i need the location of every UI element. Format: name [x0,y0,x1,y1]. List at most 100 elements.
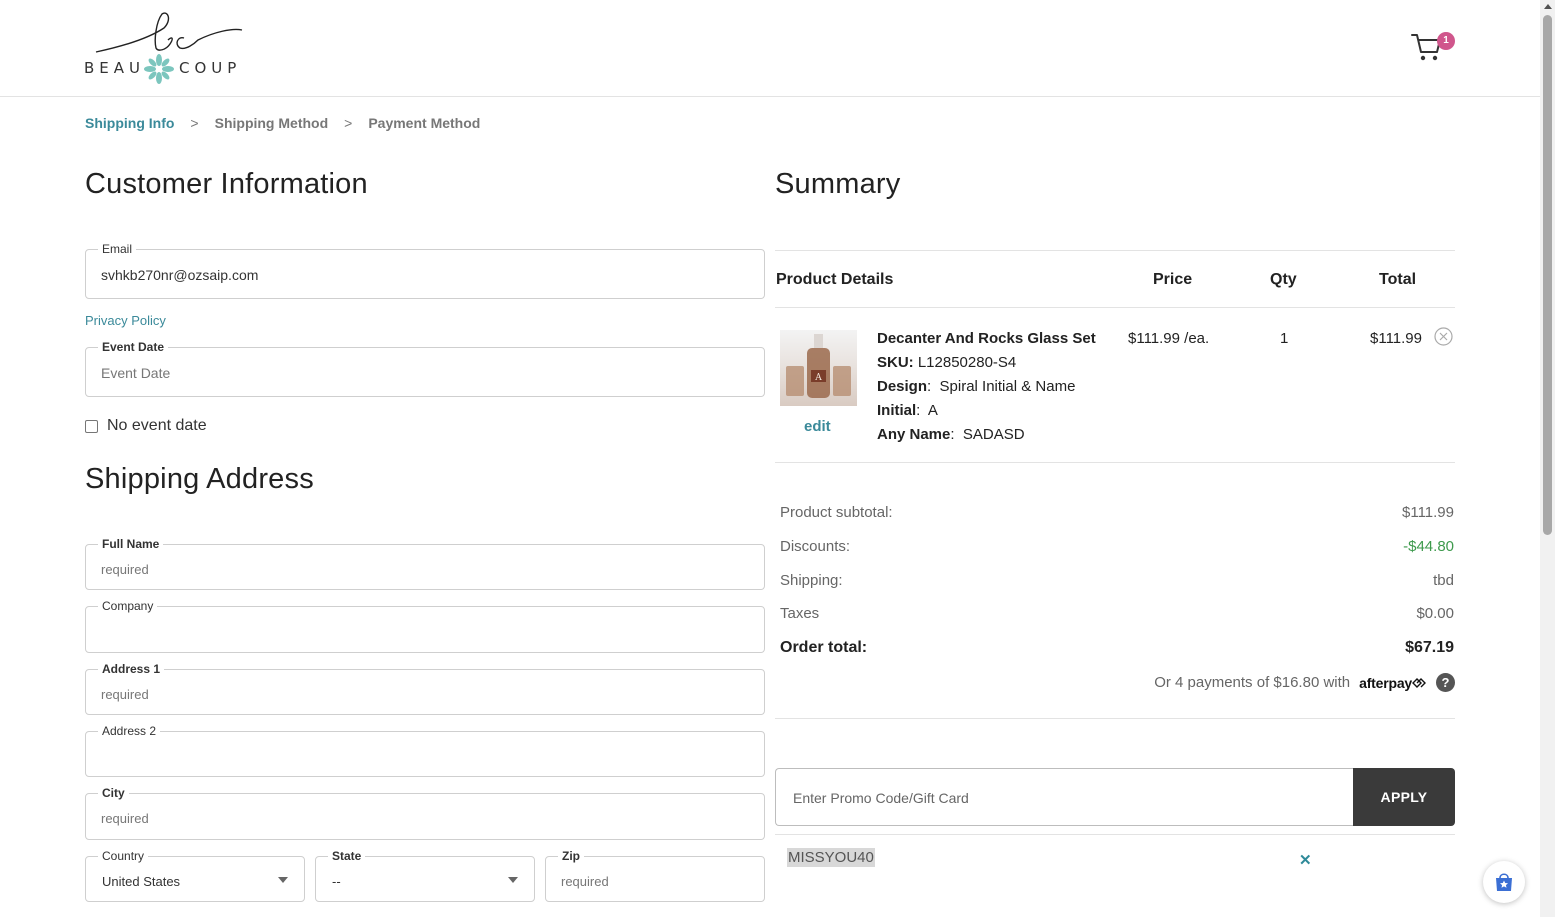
subtotal-label: Product subtotal: [780,504,893,521]
country-label: Country [98,848,149,864]
sku-label: SKU: [877,354,914,371]
product-any-name-row: Any Name: SADASD [877,426,1025,443]
help-icon[interactable]: ? [1436,673,1455,692]
cart-button[interactable]: 1 [1410,30,1458,66]
event-date-placeholder: Event Date [101,365,171,381]
afterpay-text: Or 4 payments of $16.80 with [1154,674,1351,691]
address2-label: Address 2 [98,723,161,739]
edit-item-link[interactable]: edit [804,418,831,435]
item-total: $111.99 [1370,330,1422,347]
chevron-down-icon [508,877,518,883]
taxes-label: Taxes [780,605,820,622]
cart-count-badge: 1 [1437,32,1455,50]
column-product-details: Product Details [776,271,894,288]
shipping-value: tbd [1433,572,1454,589]
promo-code-placeholder: Enter Promo Code/Gift Card [793,790,969,806]
svg-text:A: A [814,373,822,383]
taxes-value: $0.00 [1416,605,1454,622]
column-price: Price [1153,271,1193,288]
initial-value: A [927,402,938,419]
company-field[interactable]: Company [85,598,765,653]
zip-placeholder: required [561,874,609,889]
country-value: United States [102,874,181,889]
full-name-label: Full Name [98,536,164,552]
breadcrumb-shipping-method[interactable]: Shipping Method [215,115,329,131]
divider [775,718,1455,719]
chat-bag-icon [1496,873,1512,891]
beaucoup-logo[interactable]: BEAU COUP [84,8,246,90]
chat-widget-button[interactable] [1483,861,1525,903]
product-design-row: Design: Spiral Initial & Name [877,378,1076,395]
zip-field[interactable]: Zip required [545,848,765,902]
item-qty: 1 [1280,330,1289,347]
city-placeholder: required [101,811,149,826]
scrollbar-thumb[interactable] [1543,15,1552,535]
no-event-date-row[interactable]: No event date [85,417,207,435]
country-select[interactable]: Country United States [85,848,305,902]
city-label: City [98,785,129,801]
order-total-label: Order total: [780,639,868,656]
address2-field[interactable]: Address 2 [85,723,765,777]
design-value: Spiral Initial & Name [939,378,1076,395]
divider [775,834,1455,835]
full-name-field[interactable]: Full Name required [85,536,765,590]
no-event-date-checkbox[interactable] [85,419,98,433]
product-thumbnail[interactable]: A [780,330,857,406]
page-scrollbar[interactable] [1540,0,1555,917]
item-price: $111.99 /ea. [1128,330,1210,347]
email-value: svhkb270nr@ozsaip.com [101,267,259,283]
logo-text-coup: COUP [179,59,242,77]
state-label: State [328,848,366,864]
any-name-label: Any Name [877,426,951,443]
company-label: Company [98,598,158,614]
full-name-placeholder: required [101,562,149,577]
any-name-value: SADASD [962,426,1025,443]
sku-value: L12850280-S4 [917,354,1017,371]
address1-label: Address 1 [98,661,165,677]
divider [775,462,1455,463]
site-header: BEAU COUP 1 [0,0,1540,97]
applied-promo-code: MISSYOU40 [787,848,875,867]
subtotal-value: $111.99 [1402,504,1454,521]
breadcrumb-separator: > [190,115,199,131]
promo-code-input[interactable]: Enter Promo Code/Gift Card [775,768,1355,826]
no-event-date-label: No event date [107,417,207,434]
discounts-label: Discounts: [780,538,851,555]
column-qty: Qty [1270,271,1297,288]
column-total: Total [1379,271,1417,288]
breadcrumb-shipping-info[interactable]: Shipping Info [85,115,174,131]
remove-promo-icon[interactable]: ✕ [1299,851,1312,869]
shipping-address-heading: Shipping Address [85,463,314,495]
address1-field[interactable]: Address 1 required [85,661,765,715]
apply-promo-button[interactable]: APPLY [1353,768,1455,826]
event-date-field[interactable]: Event Date Event Date [85,339,765,397]
privacy-policy-link[interactable]: Privacy Policy [85,313,166,328]
order-total-value: $67.19 [1405,639,1454,656]
remove-item-icon[interactable] [1434,327,1453,346]
logo-script-mark [95,12,243,53]
chevron-down-icon [278,877,288,883]
scroll-up-arrow-icon[interactable] [1544,4,1552,9]
product-initial-row: Initial: A [877,402,938,419]
afterpay-arrows-icon [1412,677,1426,688]
customer-information-heading: Customer Information [85,168,368,200]
logo-text-beau: BEAU [84,59,146,77]
address1-placeholder: required [101,687,149,702]
decanter-image: A [786,334,851,398]
zip-label: Zip [558,848,584,864]
city-field[interactable]: City required [85,785,765,840]
product-name: Decanter And Rocks Glass Set [877,330,1096,347]
breadcrumb-payment-method[interactable]: Payment Method [368,115,480,131]
design-label: Design [877,378,928,395]
checkout-breadcrumb: Shipping Info > Shipping Method > Paymen… [85,115,480,131]
state-value: -- [332,874,341,889]
email-field[interactable]: Email svhkb270nr@ozsaip.com [85,241,765,299]
email-label: Email [98,241,137,257]
state-select[interactable]: State -- [315,848,535,902]
event-date-label: Event Date [98,339,169,355]
summary-heading: Summary [775,168,901,200]
afterpay-logo[interactable]: afterpay [1359,675,1426,691]
logo-flower-icon [144,54,174,84]
product-name-text[interactable]: Decanter And Rocks Glass Set [877,330,1096,347]
discounts-value: -$44.80 [1403,538,1454,555]
